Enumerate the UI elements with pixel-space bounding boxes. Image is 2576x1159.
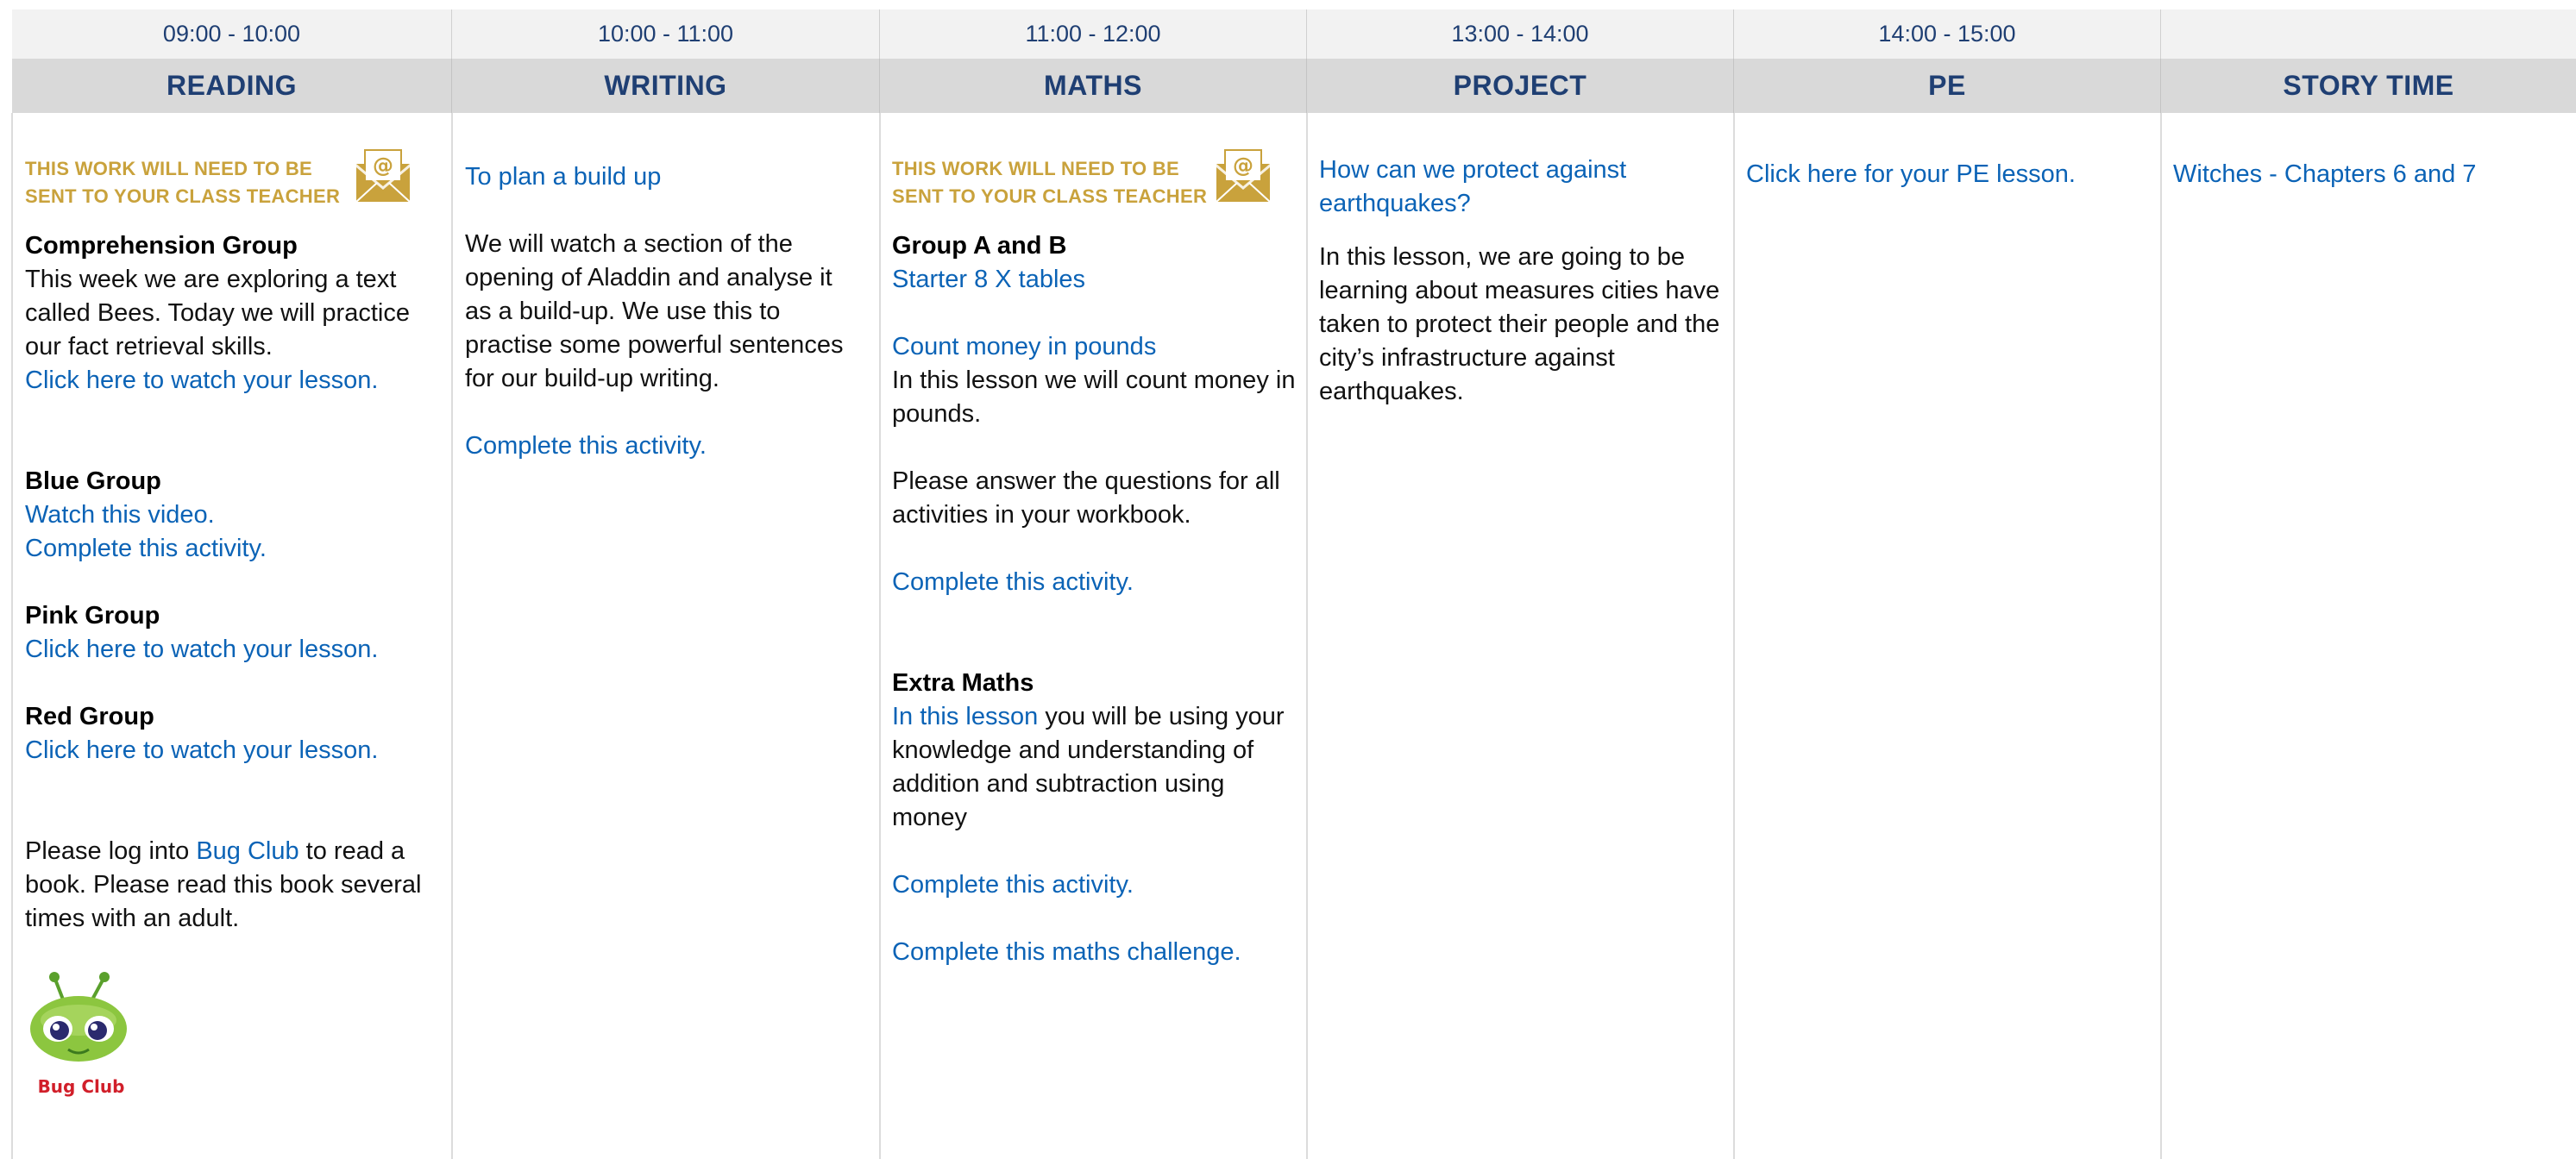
extra-maths-title: Extra Maths: [892, 669, 1034, 697]
writing-plan-link[interactable]: To plan a build up: [465, 160, 864, 194]
red-group-title: Red Group: [25, 703, 154, 730]
time-slot-3: 11:00 - 12:00: [880, 9, 1307, 59]
blue-group-video-link[interactable]: Watch this video.: [25, 498, 429, 532]
column-divider: [451, 113, 453, 1159]
email-envelope-icon: @: [355, 149, 411, 203]
red-group-lesson-link[interactable]: Click here to watch your lesson.: [25, 734, 429, 767]
maths-challenge-link[interactable]: Complete this maths challenge.: [892, 936, 1297, 969]
bug-club-logo-text: Bug Club: [37, 1076, 125, 1097]
bug-club-instructions: Please log into Bug Club to read a book.…: [25, 835, 429, 936]
send-to-teacher-notice: THIS WORK WILL NEED TO BE SENT TO YOUR C…: [892, 149, 1297, 216]
pe-column: Click here for your PE lesson.: [1746, 113, 2152, 191]
maths-activity-link[interactable]: Complete this activity.: [892, 566, 1297, 599]
subject-writing: WRITING: [452, 59, 880, 113]
pink-group-lesson-link[interactable]: Click here to watch your lesson.: [25, 633, 429, 667]
column-divider: [2160, 113, 2162, 1159]
bug-club-link[interactable]: Bug Club: [196, 837, 298, 865]
subject-header-row: READING WRITING MATHS PROJECT PE STORY T…: [12, 59, 2576, 113]
subject-project: PROJECT: [1307, 59, 1734, 113]
workbook-instructions: Please answer the questions for all acti…: [892, 467, 1280, 529]
time-slot-1: 09:00 - 10:00: [12, 9, 452, 59]
column-divider: [1306, 113, 1308, 1159]
group-a-b-title: Group A and B: [892, 232, 1067, 260]
earthquakes-lesson-link[interactable]: How can we protect against earthquakes?: [1319, 153, 1725, 221]
project-description: In this lesson, we are going to be learn…: [1319, 243, 1720, 405]
writing-description: We will watch a section of the opening o…: [465, 230, 844, 392]
blue-group-activity-link[interactable]: Complete this activity.: [25, 532, 429, 566]
column-divider: [11, 113, 13, 1159]
comprehension-lesson-link[interactable]: Click here to watch your lesson.: [25, 364, 429, 398]
blue-group-title: Blue Group: [25, 467, 161, 495]
project-column: How can we protect against earthquakes? …: [1319, 113, 1725, 409]
bug-club-text-before: Please log into: [25, 837, 197, 865]
subject-story-time: STORY TIME: [2283, 70, 2454, 101]
time-header-row: 09:00 - 10:00 10:00 - 11:00 11:00 - 12:0…: [12, 9, 2576, 59]
story-chapters-link[interactable]: Witches - Chapters 6 and 7: [2173, 158, 2570, 191]
svg-text:@: @: [1233, 153, 1253, 178]
time-slot-5: 14:00 - 15:00: [1734, 9, 2161, 59]
time-slot-2: 10:00 - 11:00: [452, 9, 880, 59]
pink-group-title: Pink Group: [25, 602, 160, 630]
timetable-page: 09:00 - 10:00 10:00 - 11:00 11:00 - 12:0…: [0, 0, 2576, 1159]
subject-maths: MATHS: [880, 59, 1307, 113]
subject-reading: READING: [12, 59, 452, 113]
comprehension-description: This week we are exploring a text called…: [25, 266, 410, 360]
count-money-description: In this lesson we will count money in po…: [892, 366, 1296, 428]
time-slot-6: [2161, 9, 2576, 59]
subject-pe: PE: [1734, 59, 2161, 113]
email-envelope-icon: @: [1216, 149, 1271, 203]
comprehension-group-title: Comprehension Group: [25, 232, 298, 260]
story-time-column: Witches - Chapters 6 and 7: [2173, 113, 2570, 191]
send-to-teacher-notice: THIS WORK WILL NEED TO BE SENT TO YOUR C…: [25, 149, 429, 216]
extra-maths-lesson-link[interactable]: In this lesson: [892, 703, 1038, 730]
maths-column: THIS WORK WILL NEED TO BE SENT TO YOUR C…: [892, 113, 1297, 969]
reading-column: THIS WORK WILL NEED TO BE SENT TO YOUR C…: [25, 113, 429, 1098]
starter-tables-link[interactable]: Starter 8 X tables: [892, 263, 1297, 297]
writing-activity-link[interactable]: Complete this activity.: [465, 429, 864, 463]
extra-maths-activity-link[interactable]: Complete this activity.: [892, 868, 1297, 902]
column-divider: [879, 113, 881, 1159]
time-slot-4: 13:00 - 14:00: [1307, 9, 1734, 59]
extra-maths-description: In this lesson you will be using your kn…: [892, 700, 1297, 835]
writing-column: To plan a build up We will watch a secti…: [465, 113, 864, 463]
bug-club-logo[interactable]: Bug Club: [25, 968, 137, 1098]
count-money-link[interactable]: Count money in pounds: [892, 330, 1297, 364]
column-divider: [1733, 113, 1735, 1159]
svg-text:@: @: [373, 153, 393, 178]
pe-lesson-link[interactable]: Click here for your PE lesson.: [1746, 158, 2152, 191]
